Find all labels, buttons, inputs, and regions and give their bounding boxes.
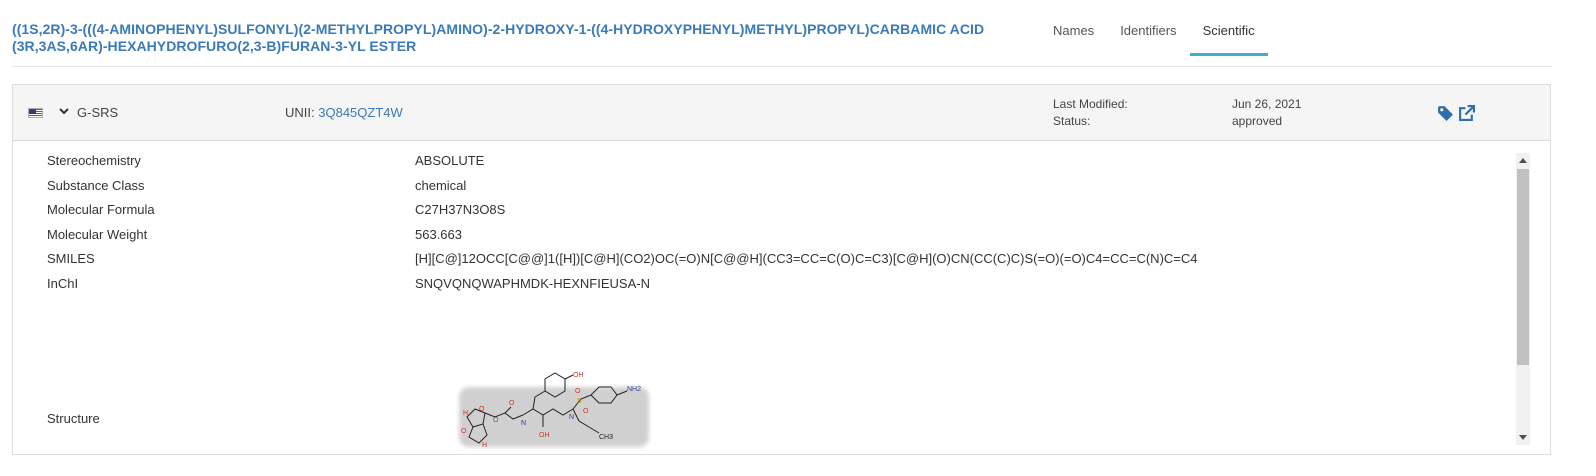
us-flag-icon	[28, 108, 43, 118]
last-modified-label: Last Modified:	[1053, 97, 1128, 111]
property-label: Molecular Formula	[47, 202, 155, 217]
scroll-up-arrow-icon[interactable]	[1519, 158, 1527, 163]
tab-identifiers[interactable]: Identifiers	[1107, 0, 1189, 56]
status-label: Status:	[1053, 114, 1091, 128]
property-label: Substance Class	[47, 178, 145, 193]
header-divider	[12, 66, 1552, 67]
card-body: Stereochemistry ABSOLUTE Substance Class…	[13, 141, 1550, 454]
inchi-value: SNQVQNQWAPHMDK-HEXNFIEUSA-N	[415, 276, 650, 291]
section-tabs: Names Identifiers Scientific	[1040, 0, 1268, 56]
atom-label: OH	[539, 432, 550, 439]
atom-label: O	[583, 408, 589, 415]
atom-label: OH	[573, 372, 584, 379]
atom-label: CH3	[599, 434, 613, 441]
external-link-icon[interactable]	[1458, 105, 1475, 122]
atom-label: O	[493, 417, 499, 424]
atom-label: O	[461, 428, 467, 435]
atom-label: S	[577, 398, 582, 405]
unii-link[interactable]: 3Q845QZT4W	[318, 105, 403, 120]
atom-label: O	[509, 400, 515, 407]
property-label: Stereochemistry	[47, 153, 141, 168]
property-label: InChI	[47, 276, 79, 291]
source-label: G-SRS	[77, 105, 119, 120]
card-header[interactable]: G-SRS UNII: 3Q845QZT4W Last Modified: St…	[13, 85, 1550, 141]
atom-label: H	[482, 442, 487, 449]
scientific-card: G-SRS UNII: 3Q845QZT4W Last Modified: St…	[12, 84, 1551, 455]
page-title: ((1S,2R)-3-(((4-AMINOPHENYL)SULFONYL)(2-…	[12, 21, 985, 54]
property-value: 563.663	[415, 227, 462, 242]
tag-icon[interactable]	[1437, 105, 1454, 122]
atom-label: N	[569, 414, 574, 421]
atom-label: N	[521, 420, 526, 427]
unii-field: UNII: 3Q845QZT4W	[285, 105, 403, 120]
scroll-down-arrow-icon[interactable]	[1519, 435, 1527, 440]
smiles-value: [H][C@]12OCC[C@@]1([H])[C@H](CO2)OC(=O)N…	[415, 251, 1198, 266]
chevron-down-icon[interactable]	[59, 106, 69, 116]
property-value: chemical	[415, 178, 467, 193]
atom-label: NH2	[627, 386, 641, 393]
atom-label: H	[463, 410, 468, 417]
atom-label: O	[575, 388, 581, 395]
property-label: SMILES	[47, 251, 95, 266]
property-value: ABSOLUTE	[415, 153, 485, 168]
tab-names[interactable]: Names	[1040, 0, 1107, 56]
structure-image: H H O O O O N OH OH N S O O NH2 CH3	[459, 372, 649, 449]
property-value: C27H37N3O8S	[415, 202, 506, 217]
unii-label: UNII:	[285, 105, 315, 120]
property-label: Molecular Weight	[47, 227, 148, 242]
tab-scientific[interactable]: Scientific	[1189, 0, 1268, 56]
structure-label: Structure	[47, 411, 100, 426]
last-modified-value: Jun 26, 2021	[1232, 97, 1302, 111]
status-value: approved	[1232, 114, 1283, 128]
atom-label: O	[479, 406, 485, 413]
scroll-thumb[interactable]	[1517, 169, 1529, 365]
substance-page: ((1S,2R)-3-(((4-AMINOPHENYL)SULFONYL)(2-…	[0, 0, 1596, 476]
vertical-scrollbar[interactable]	[1516, 153, 1530, 445]
